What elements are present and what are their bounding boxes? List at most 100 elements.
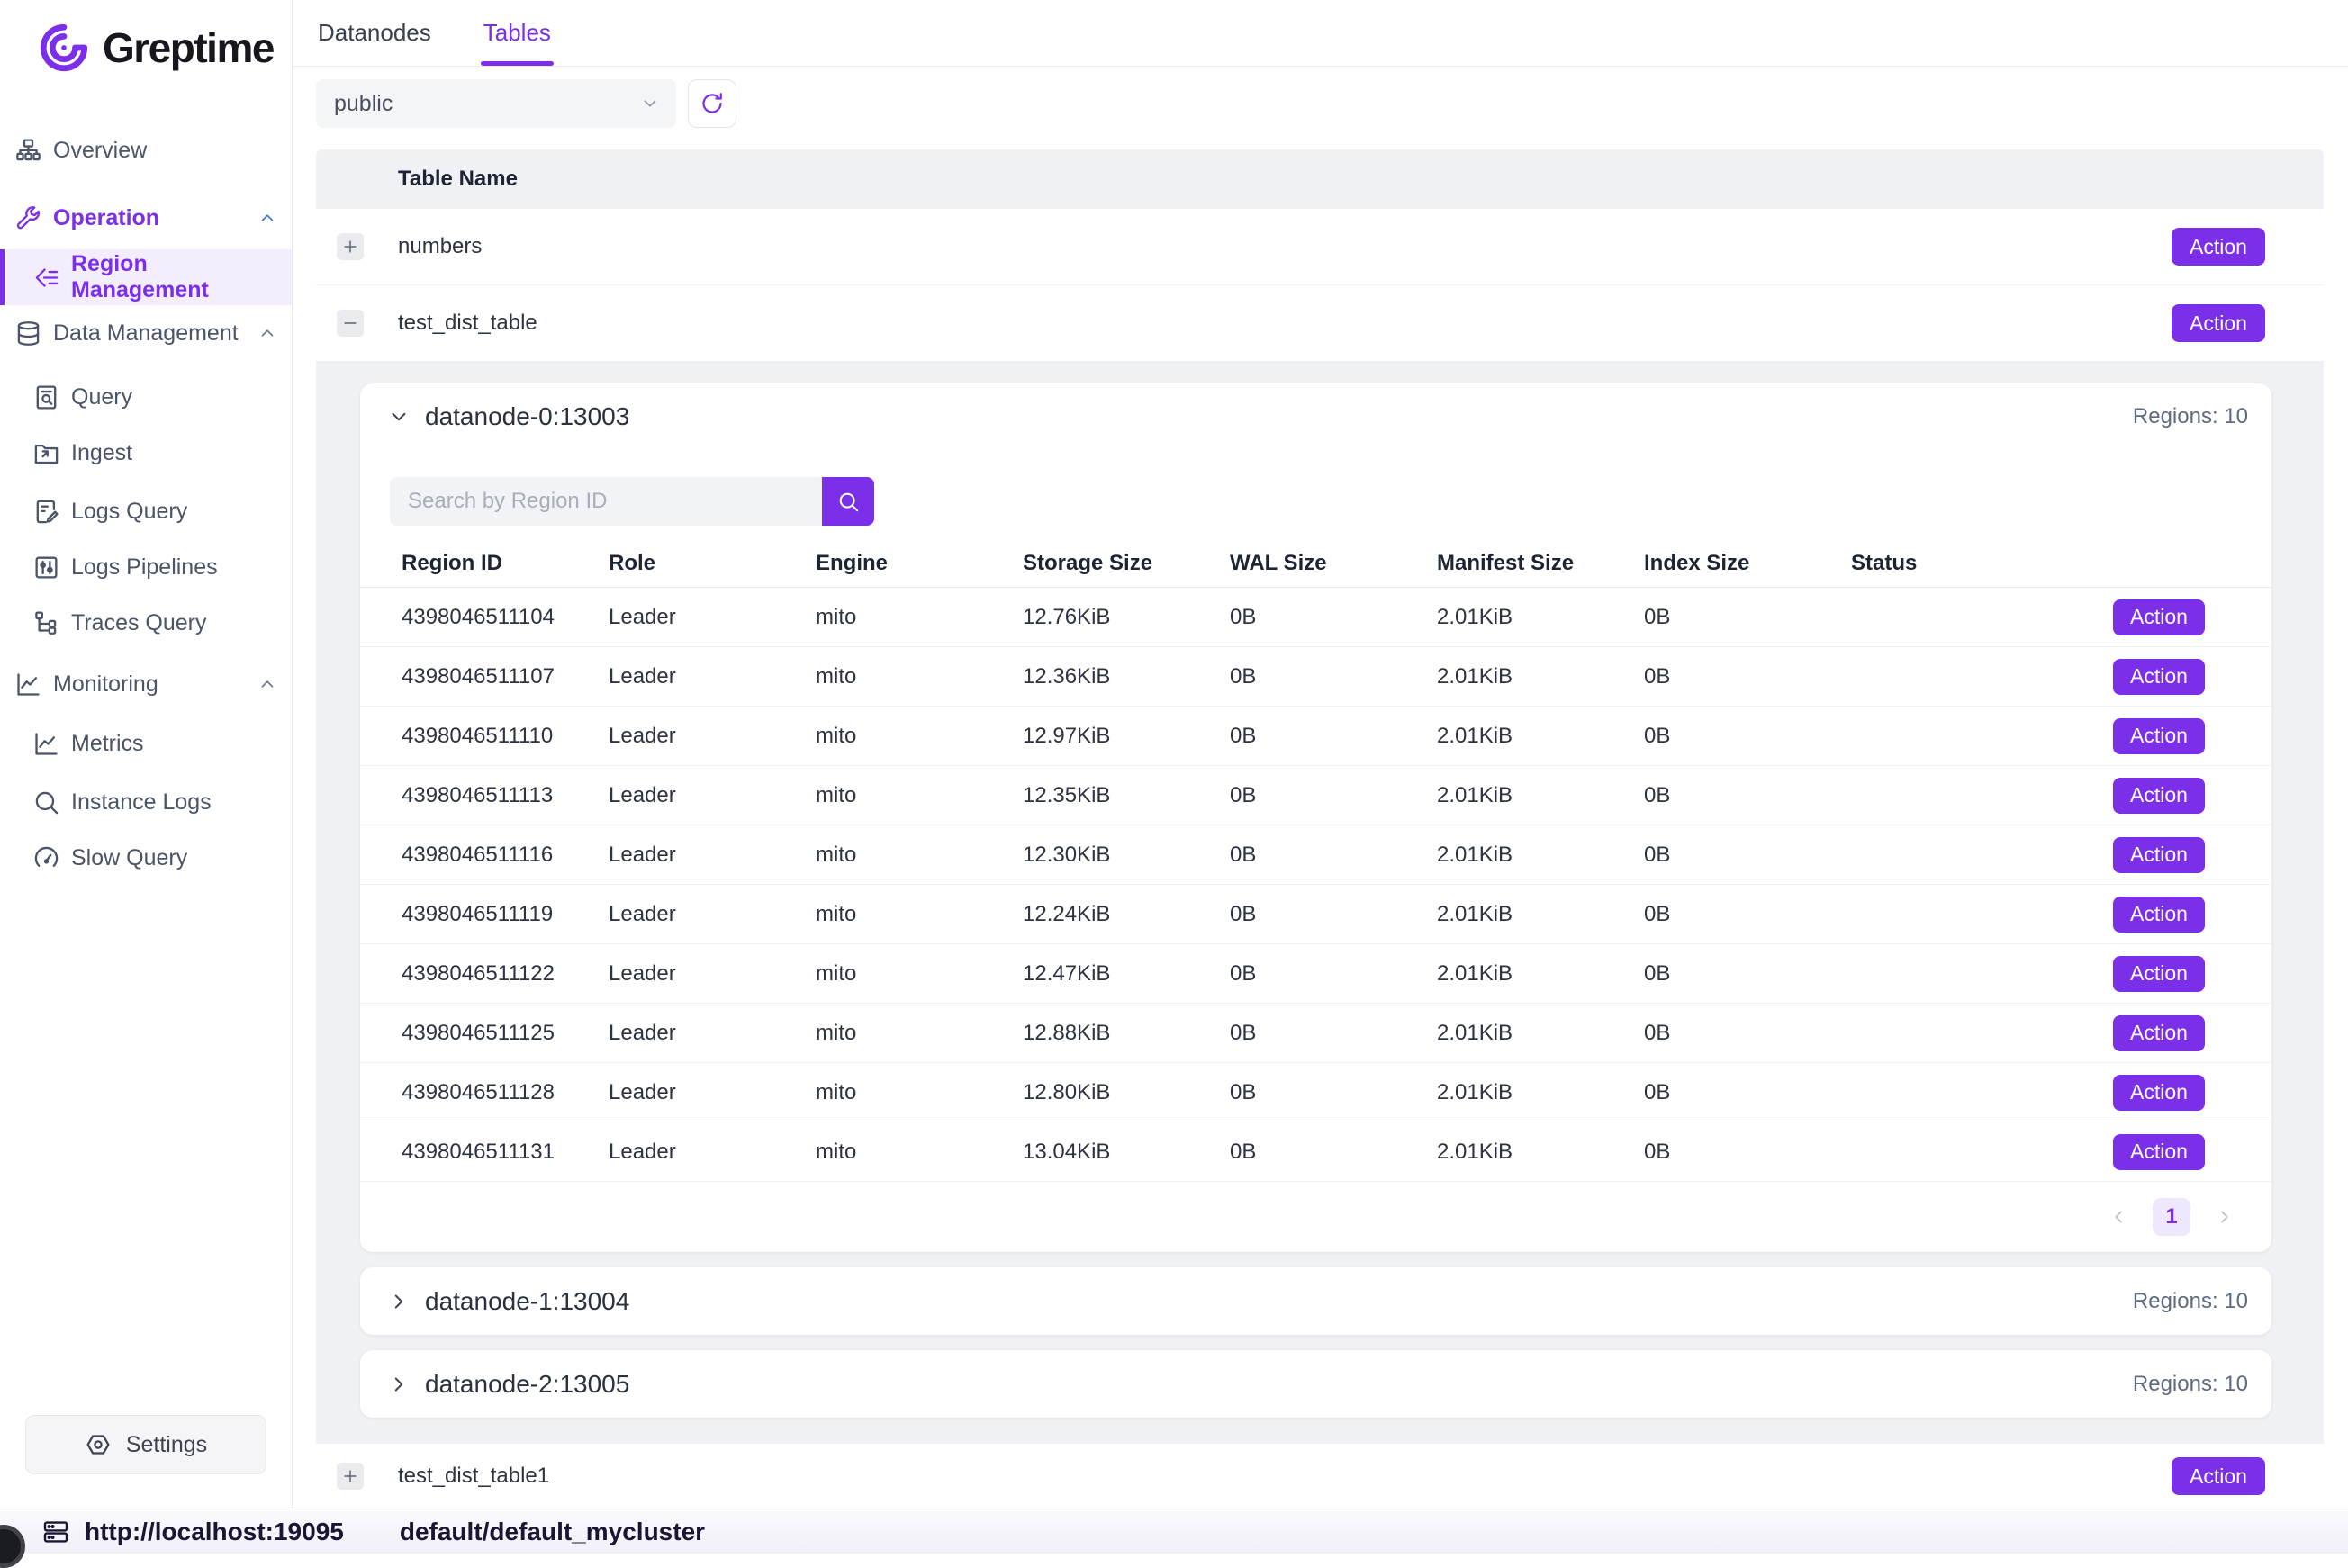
settings-hexagon-icon [85, 1431, 112, 1458]
sidebar-item-instance-logs[interactable]: Instance Logs [0, 774, 292, 830]
action-button[interactable]: Action [2172, 304, 2265, 342]
region-row: 4398046511119 Leader mito 12.24KiB 0B 2.… [360, 885, 2271, 944]
sidebar-item-label: Metrics [71, 731, 144, 757]
expand-toggle[interactable] [337, 1463, 364, 1490]
column-header: Storage Size [1023, 551, 1230, 576]
wrench-icon [14, 204, 42, 232]
app-window: Greptime Overview Operation Regi [0, 0, 2348, 1554]
wal-size-cell: 0B [1230, 664, 1437, 689]
datanode-1-header[interactable]: datanode-1:13004 Regions: 10 [360, 1267, 2271, 1335]
chevron-right-icon[interactable] [2215, 1207, 2235, 1227]
region-row: 4398046511116 Leader mito 12.30KiB 0B 2.… [360, 825, 2271, 885]
region-search-button[interactable] [822, 477, 874, 526]
region-row: 4398046511110 Leader mito 12.97KiB 0B 2.… [360, 707, 2271, 766]
wal-size-cell: 0B [1230, 902, 1437, 927]
storage-size-cell: 12.47KiB [1023, 961, 1230, 987]
role-cell: Leader [609, 664, 816, 689]
expand-toggle[interactable] [337, 233, 364, 260]
table-name: test_dist_table [398, 311, 537, 336]
region-action-button[interactable]: Action [2113, 718, 2205, 754]
wal-size-cell: 0B [1230, 1140, 1437, 1165]
settings-button[interactable]: Settings [25, 1415, 266, 1474]
sidebar-item-region-management[interactable]: Region Management [0, 249, 292, 305]
column-header: Role [609, 551, 816, 576]
column-header: Region ID [402, 551, 609, 576]
sidebar: Greptime Overview Operation Regi [0, 0, 293, 1509]
storage-size-cell: 13.04KiB [1023, 1140, 1230, 1165]
regions-count: Regions: 10 [2133, 1372, 2248, 1397]
wal-size-cell: 0B [1230, 724, 1437, 749]
plus-icon [341, 1467, 359, 1485]
region-action-button[interactable]: Action [2113, 956, 2205, 992]
cluster-name[interactable]: default/default_mycluster [400, 1518, 705, 1546]
sidebar-item-label: Monitoring [53, 671, 158, 698]
sidebar-item-monitoring[interactable]: Monitoring [0, 656, 292, 712]
tab-datanodes[interactable]: Datanodes [318, 0, 431, 66]
engine-cell: mito [816, 1140, 1023, 1165]
role-cell: Leader [609, 1080, 816, 1105]
column-header: Index Size [1644, 551, 1851, 576]
index-size-cell: 0B [1644, 664, 1851, 689]
wal-size-cell: 0B [1230, 1021, 1437, 1046]
region-row: 4398046511104 Leader mito 12.76KiB 0B 2.… [360, 588, 2271, 647]
sidebar-nav: Overview Operation Region Management [0, 122, 292, 886]
column-header: WAL Size [1230, 551, 1437, 576]
storage-size-cell: 12.35KiB [1023, 783, 1230, 808]
region-action-button[interactable]: Action [2113, 1134, 2205, 1170]
sidebar-item-logs-pipelines[interactable]: Logs Pipelines [0, 539, 292, 595]
index-size-cell: 0B [1644, 1080, 1851, 1105]
sidebar-item-label: Operation [53, 205, 159, 231]
sidebar-item-ingest[interactable]: Ingest [0, 425, 292, 481]
engine-cell: mito [816, 902, 1023, 927]
action-button[interactable]: Action [2172, 228, 2265, 266]
sidebar-item-traces-query[interactable]: Traces Query [0, 595, 292, 651]
region-action-button[interactable]: Action [2113, 599, 2205, 635]
sidebar-item-label: Ingest [71, 440, 132, 466]
toolbar: public [316, 79, 2348, 128]
line-chart-icon [14, 671, 42, 698]
region-row: 4398046511125 Leader mito 12.88KiB 0B 2.… [360, 1004, 2271, 1063]
engine-cell: mito [816, 605, 1023, 630]
tab-tables[interactable]: Tables [483, 0, 551, 66]
region-action-button[interactable]: Action [2113, 778, 2205, 814]
region-action-button[interactable]: Action [2113, 837, 2205, 873]
sidebar-item-query[interactable]: Query [0, 369, 292, 425]
region-action-button[interactable]: Action [2113, 1075, 2205, 1111]
index-size-cell: 0B [1644, 605, 1851, 630]
table-name-column-header: Table Name [398, 167, 518, 192]
sidebar-item-operation[interactable]: Operation [0, 190, 292, 246]
datanode-2-header[interactable]: datanode-2:13005 Regions: 10 [360, 1350, 2271, 1418]
sidebar-item-data-management[interactable]: Data Management [0, 305, 292, 361]
sidebar-item-logs-query[interactable]: Logs Query [0, 483, 292, 539]
region-migration-icon [32, 264, 60, 292]
page-number[interactable]: 1 [2153, 1198, 2190, 1236]
minus-icon [341, 314, 359, 332]
storage-size-cell: 12.76KiB [1023, 605, 1230, 630]
role-cell: Leader [609, 961, 816, 987]
region-search-input[interactable] [390, 477, 822, 526]
datanode-0-header[interactable]: datanode-0:13003 Regions: 10 [360, 383, 2271, 450]
region-action-button[interactable]: Action [2113, 659, 2205, 695]
action-button[interactable]: Action [2172, 1457, 2265, 1495]
refresh-button[interactable] [688, 79, 736, 128]
sidebar-item-label: Logs Query [71, 499, 187, 525]
region-id-cell: 4398046511113 [402, 783, 609, 808]
sidebar-item-overview[interactable]: Overview [0, 122, 292, 178]
chevron-left-icon[interactable] [2109, 1207, 2128, 1227]
server-url[interactable]: http://localhost:19095 [85, 1518, 344, 1546]
collapse-toggle[interactable] [337, 310, 364, 337]
sidebar-item-label: Slow Query [71, 845, 187, 871]
region-action-button[interactable]: Action [2113, 1015, 2205, 1051]
table-row-test-dist-table1: test_dist_table1 Action [316, 1444, 2324, 1509]
line-chart-icon [32, 730, 60, 758]
chevron-up-icon [257, 208, 277, 228]
database-select[interactable]: public [316, 79, 676, 128]
sidebar-item-slow-query[interactable]: Slow Query [0, 830, 292, 886]
sidebar-item-metrics[interactable]: Metrics [0, 716, 292, 771]
engine-cell: mito [816, 961, 1023, 987]
magnifier-icon [32, 789, 60, 816]
region-action-button[interactable]: Action [2113, 897, 2205, 933]
status-bar: http://localhost:19095 default/default_m… [0, 1509, 2348, 1554]
region-row: 4398046511122 Leader mito 12.47KiB 0B 2.… [360, 944, 2271, 1004]
settings-label: Settings [126, 1432, 207, 1458]
